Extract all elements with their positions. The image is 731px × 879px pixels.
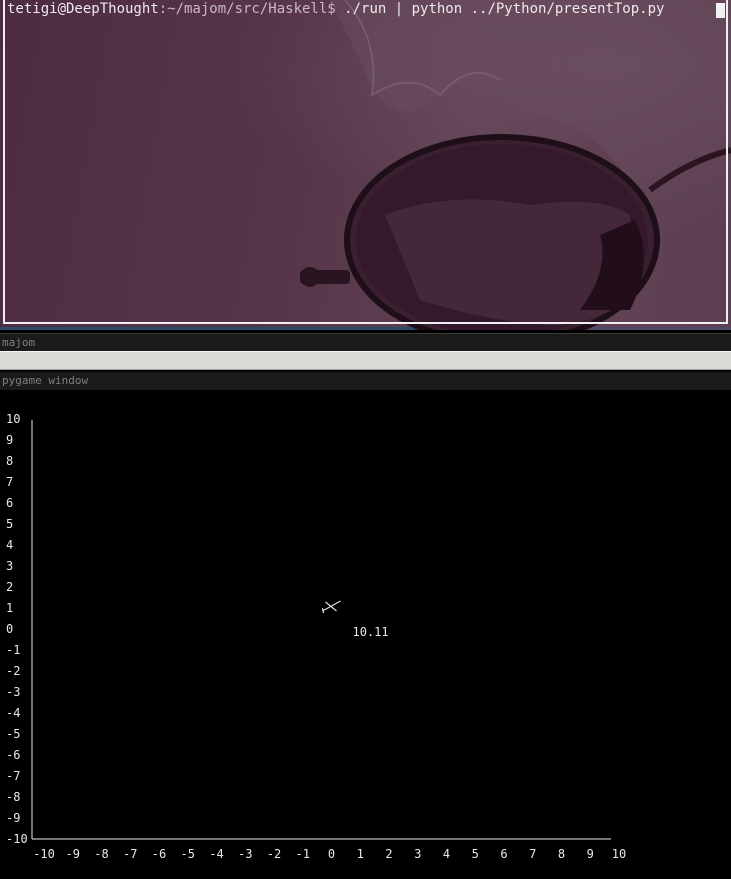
x-tick-label: -6 bbox=[152, 847, 166, 861]
terminal-prompt-line: tetigi@DeepThought:~/majom/src/Haskell$ … bbox=[7, 0, 673, 20]
y-tick-labels: 109876543210-1-2-3-4-5-6-7-8-9-10 bbox=[6, 412, 28, 846]
y-tick-label: 5 bbox=[6, 517, 13, 531]
quadcopter-marker bbox=[321, 600, 341, 614]
x-tick-label: 1 bbox=[357, 847, 364, 861]
y-tick-label: 1 bbox=[6, 601, 13, 615]
y-tick-label: -2 bbox=[6, 664, 20, 678]
y-tick-label: 3 bbox=[6, 559, 13, 573]
y-tick-label: 0 bbox=[6, 622, 13, 636]
y-tick-label: -1 bbox=[6, 643, 20, 657]
x-tick-labels: -10 -9 -8 -7 -6 -5 -4 -3 -2 -1 0 1 2 3 4 5 6 7 8 9 10 bbox=[33, 847, 626, 861]
y-tick-label: -5 bbox=[6, 727, 20, 741]
x-tick-label: -8 bbox=[94, 847, 108, 861]
y-tick-label: 10 bbox=[6, 412, 20, 426]
y-tick-label: -6 bbox=[6, 748, 20, 762]
majom-window-body[interactable] bbox=[0, 351, 731, 370]
y-tick-label: -9 bbox=[6, 811, 20, 825]
x-tick-label: 6 bbox=[500, 847, 507, 861]
y-tick-label: -8 bbox=[6, 790, 20, 804]
majom-window-titlebar[interactable]: majom bbox=[0, 333, 731, 351]
x-tick-label: -2 bbox=[267, 847, 281, 861]
y-tick-label: -7 bbox=[6, 769, 20, 783]
x-tick-label: 2 bbox=[385, 847, 392, 861]
y-tick-label: 2 bbox=[6, 580, 13, 594]
prompt-path: :~/majom/src/Haskell$ bbox=[158, 1, 336, 17]
command-text: ./run | python ../Python/presentTop.py bbox=[335, 1, 673, 17]
y-tick-label: 6 bbox=[6, 496, 13, 510]
y-tick-label: 8 bbox=[6, 454, 13, 468]
x-tick-label: 0 bbox=[328, 847, 335, 861]
x-tick-label: 9 bbox=[587, 847, 594, 861]
pygame-window-title: pygame window bbox=[2, 374, 89, 387]
x-tick-label: -10 bbox=[33, 847, 55, 861]
terminal-cursor bbox=[716, 3, 725, 18]
x-tick-label: -1 bbox=[296, 847, 310, 861]
data-points: 10.11 bbox=[321, 600, 389, 639]
x-tick-label: -7 bbox=[123, 847, 137, 861]
pygame-window-titlebar[interactable]: pygame window bbox=[0, 372, 731, 390]
x-tick-label: -3 bbox=[238, 847, 252, 861]
majom-window-title: majom bbox=[2, 336, 36, 349]
x-tick-label: -9 bbox=[66, 847, 80, 861]
x-tick-label: -4 bbox=[209, 847, 223, 861]
x-tick-label: 5 bbox=[472, 847, 479, 861]
y-tick-label: 7 bbox=[6, 475, 13, 489]
x-tick-label: 8 bbox=[558, 847, 565, 861]
x-tick-label: 4 bbox=[443, 847, 450, 861]
y-tick-label: -3 bbox=[6, 685, 20, 699]
prompt-user-host: tetigi@DeepThought bbox=[7, 1, 159, 17]
x-tick-label: 3 bbox=[414, 847, 421, 861]
y-tick-label: 9 bbox=[6, 433, 13, 447]
terminal-border bbox=[3, 0, 728, 324]
x-tick-label: 10 bbox=[612, 847, 626, 861]
terminal-window[interactable]: tetigi@DeepThought:~/majom/src/Haskell$ … bbox=[0, 0, 731, 330]
x-tick-label: 7 bbox=[529, 847, 536, 861]
y-tick-label: -4 bbox=[6, 706, 20, 720]
point-label: 10.11 bbox=[353, 625, 389, 639]
x-tick-label: -5 bbox=[181, 847, 195, 861]
pygame-plot-canvas[interactable]: 109876543210-1-2-3-4-5-6-7-8-9-10 -10 -9-… bbox=[0, 390, 731, 879]
y-tick-label: 4 bbox=[6, 538, 13, 552]
y-tick-label: -10 bbox=[6, 832, 28, 846]
